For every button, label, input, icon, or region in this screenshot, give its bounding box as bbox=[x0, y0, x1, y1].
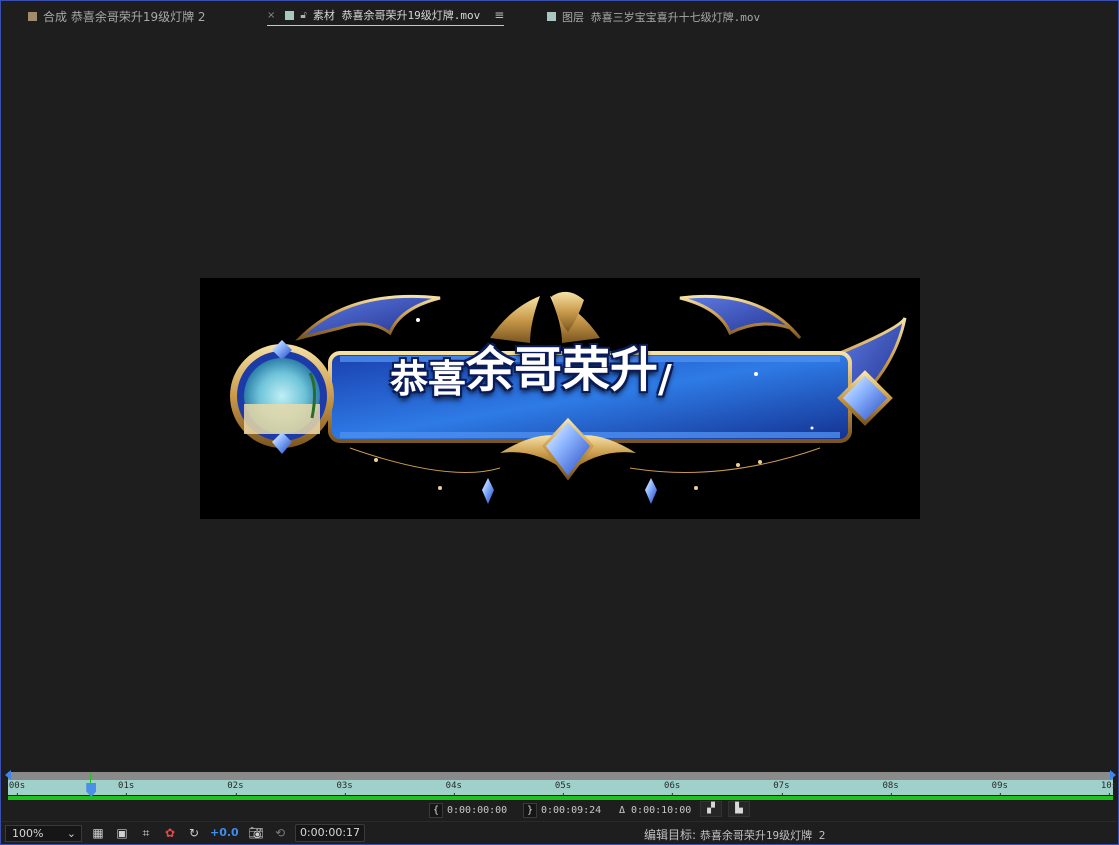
ruler-tick-label: 04s bbox=[445, 781, 462, 796]
out-point-readout[interactable]: } 0:00:09:24 bbox=[523, 802, 601, 818]
exposure-value[interactable]: +0.0 bbox=[210, 826, 239, 839]
label-color-swatch bbox=[547, 12, 556, 21]
banner-caption: 恭喜余哥荣升/ bbox=[390, 330, 672, 403]
edit-target-value: 恭喜余哥荣升19级灯牌 2 bbox=[699, 829, 826, 842]
ruler-tick-label: 03s bbox=[336, 781, 353, 796]
ruler-tick-label: 05s bbox=[554, 781, 572, 796]
lock-icon[interactable]: 🔓︎ bbox=[300, 10, 306, 21]
ruler-tick-label: 01s bbox=[118, 781, 135, 796]
tab-label: 图层 恭喜三岁宝宝喜升十七级灯牌.mov bbox=[562, 10, 761, 24]
banner-text-small: 恭喜 bbox=[390, 356, 467, 401]
overlay-edit-icon[interactable]: ▙ bbox=[728, 801, 750, 817]
ruler-tick-label: 08s bbox=[882, 781, 899, 796]
channels-icon[interactable]: ✿ bbox=[162, 826, 178, 841]
current-time-field[interactable]: 0:00:00:17 bbox=[295, 824, 365, 842]
label-color-swatch bbox=[28, 12, 37, 21]
work-area-end-handle[interactable] bbox=[1110, 770, 1116, 780]
tab-layer[interactable]: 图层 恭喜三岁宝宝喜升十七级灯牌.mov bbox=[547, 7, 760, 26]
ruler-tick-label: 10s bbox=[1100, 781, 1118, 796]
edit-target-label: 编辑目标: bbox=[644, 828, 697, 842]
duration-readout: Δ 0:00:10:00 bbox=[619, 802, 691, 818]
work-area-bar[interactable] bbox=[8, 772, 1113, 780]
transparency-grid-icon[interactable]: ▦ bbox=[90, 826, 106, 841]
panel-menu-icon[interactable]: ≡ bbox=[494, 8, 504, 22]
set-in-point-icon[interactable]: { bbox=[429, 802, 443, 818]
duration-value: Δ 0:00:10:00 bbox=[619, 804, 692, 816]
right-wing bbox=[679, 294, 802, 340]
tab-label: 素材 恭喜余哥荣升19级灯牌.mov bbox=[312, 9, 481, 22]
ruler-tick-label: 07s bbox=[773, 781, 790, 796]
camera-icon[interactable]: 📷︎ bbox=[248, 826, 264, 841]
ripple-insert-edit-icon[interactable]: ▞ bbox=[700, 801, 722, 817]
chevron-down-icon: ⌄ bbox=[66, 827, 76, 840]
set-out-point-icon[interactable]: } bbox=[523, 802, 537, 818]
edit-target: 编辑目标: 恭喜余哥荣升19级灯牌 2 bbox=[644, 826, 825, 843]
tab-label: 合成 恭喜余哥荣升19级灯牌 2 bbox=[43, 10, 206, 24]
out-point-value: 0:00:09:24 bbox=[541, 804, 602, 816]
tab-footage[interactable]: × 🔓︎ 素材 恭喜余哥荣升19级灯牌.mov ≡ bbox=[267, 7, 505, 26]
playhead-stem bbox=[90, 773, 92, 783]
time-ruler[interactable]: 00s 01s 02s 03s 04s 05s 06s 07s 08s 09s 10s bbox=[5, 770, 1118, 801]
show-snapshot-icon[interactable]: ⟲ bbox=[272, 826, 288, 841]
footage-panel: 合成 恭喜余哥荣升19级灯牌 2 × 🔓︎ 素材 恭喜余哥荣升19级灯牌.mov… bbox=[0, 0, 1119, 845]
duration-bar bbox=[8, 796, 1113, 800]
in-point-readout[interactable]: { 0:00:00:00 bbox=[429, 802, 507, 818]
current-time-indicator[interactable] bbox=[86, 773, 97, 797]
playhead-handle[interactable] bbox=[86, 783, 97, 797]
tab-bar: 合成 恭喜余哥荣升19级灯牌 2 × 🔓︎ 素材 恭喜余哥荣升19级灯牌.mov… bbox=[2, 2, 1117, 28]
ruler-tick-label: 02s bbox=[227, 781, 244, 796]
footage-viewer[interactable]: 恭喜余哥荣升/ bbox=[200, 278, 920, 519]
banner-text-tail: / bbox=[658, 356, 672, 401]
mask-visibility-icon[interactable]: ▣ bbox=[114, 826, 130, 841]
ruler-tick-label: 00s bbox=[8, 781, 26, 796]
in-point-value: 0:00:00:00 bbox=[447, 804, 508, 816]
region-of-interest-icon[interactable]: ⌗ bbox=[138, 826, 154, 841]
ruler-tick-label: 09s bbox=[991, 781, 1008, 796]
zoom-value: 100% bbox=[12, 827, 44, 840]
close-icon[interactable]: × bbox=[267, 10, 275, 21]
banner-text-big: 余哥荣升 bbox=[466, 342, 659, 398]
tab-composition[interactable]: 合成 恭喜余哥荣升19级灯牌 2 bbox=[28, 7, 206, 26]
viewer-toolbar: 100% ⌄ ▦ ▣ ⌗ ✿ ↻ +0.0 📷︎ ⟲ 0:00:00:17 编辑… bbox=[2, 821, 1117, 844]
ruler-tick-label: 06s bbox=[664, 781, 681, 796]
reset-exposure-icon[interactable]: ↻ bbox=[186, 826, 202, 841]
label-color-swatch bbox=[285, 10, 295, 20]
magnification-dropdown[interactable]: 100% ⌄ bbox=[5, 825, 82, 842]
